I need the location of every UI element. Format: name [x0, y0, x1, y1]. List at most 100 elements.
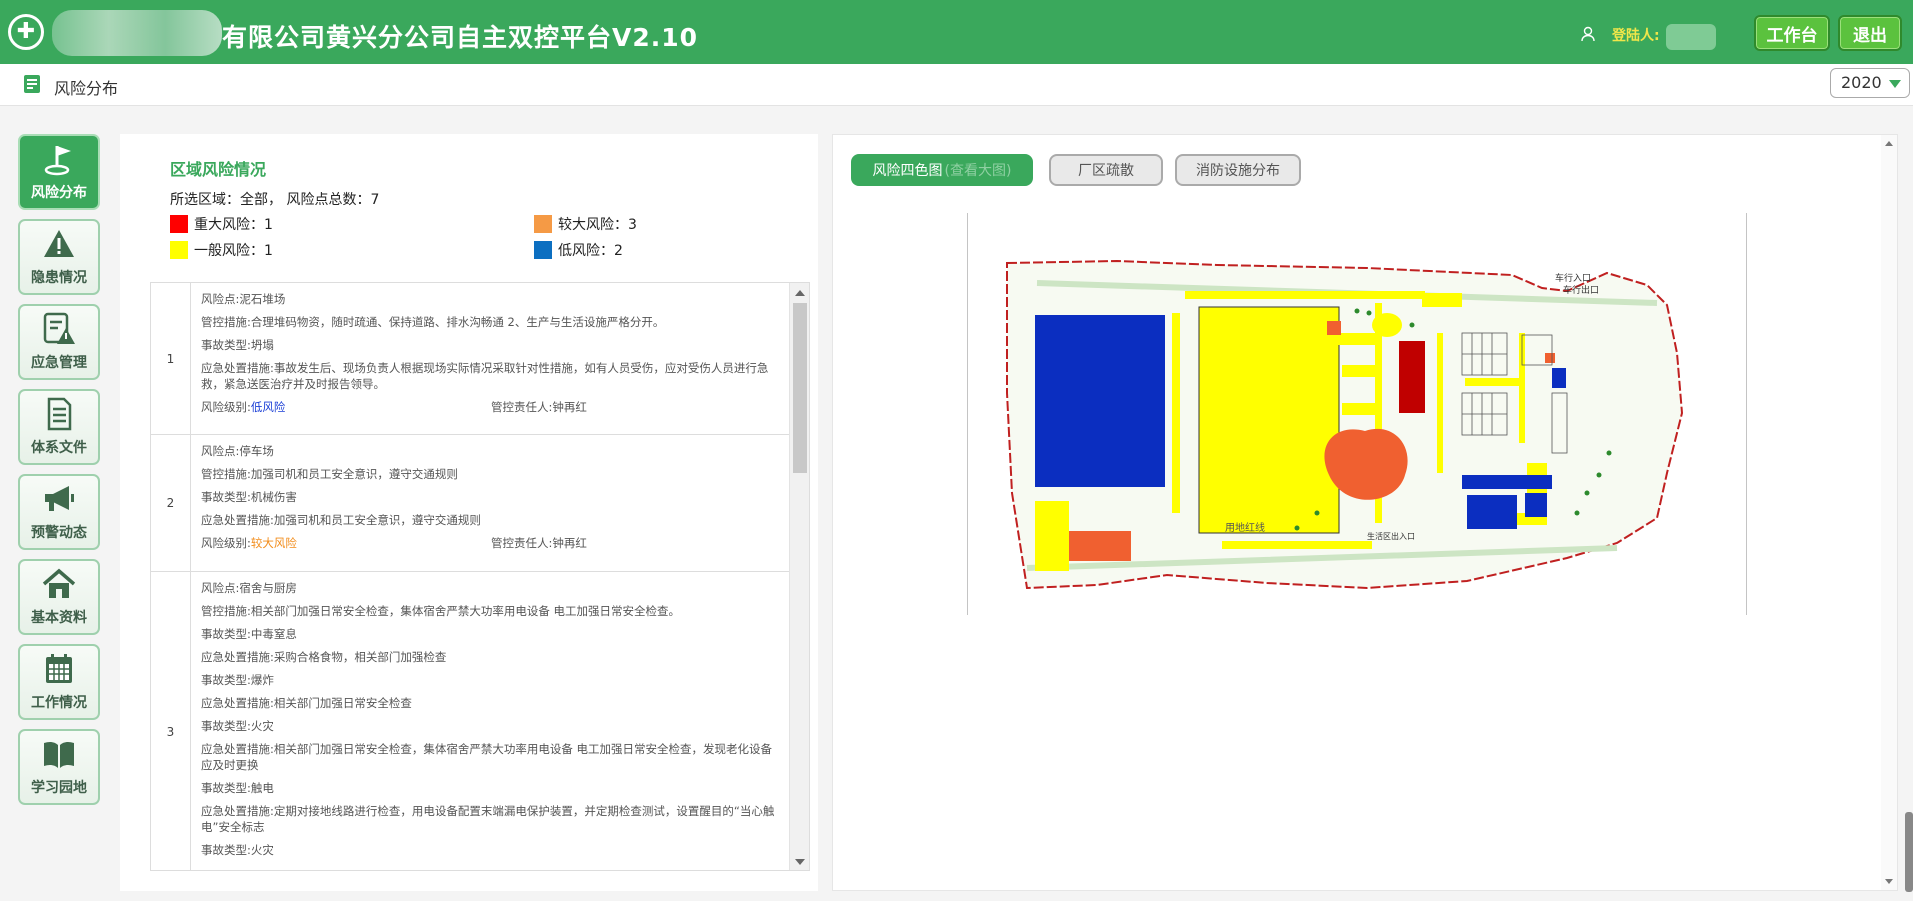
page-subbar: 风险分布 2020	[0, 64, 1913, 106]
nav-item-basic-info[interactable]: 基本资料	[18, 559, 100, 635]
redacted-login-name	[1666, 24, 1716, 50]
legend-label: 重大风险：1	[194, 217, 273, 233]
risk-level-row: 风险级别:低风险 管控责任人:钟再红	[201, 399, 781, 415]
legend-swatch-orange	[534, 215, 552, 233]
scroll-down-icon[interactable]	[795, 859, 805, 865]
year-select[interactable]: 2020	[1830, 68, 1910, 98]
risk-row: 3 风险点:宿舍与厨房 管控措施:相关部门加强日常安全检查，集体宿舍严禁大功率用…	[151, 572, 809, 870]
nav-item-label: 学习园地	[31, 780, 87, 796]
risk-level-row: 风险级别:较大风险 管控责任人:钟再红	[201, 535, 781, 551]
nav-item-work-status[interactable]: 工作情况	[18, 644, 100, 720]
risk-emergency: 应急处置措施:事故发生后、现场负责人根据现场实际情况采取针对性措施，如有人员受伤…	[201, 361, 769, 391]
legend-general: 一般风险：1	[170, 240, 273, 260]
scroll-up-icon[interactable]	[1885, 141, 1893, 146]
tab-evacuation[interactable]: 厂区疏散	[1049, 154, 1163, 186]
row-number: 3	[151, 572, 191, 870]
nav-item-hazard[interactable]: 隐患情况	[18, 219, 100, 295]
flag-icon	[44, 146, 71, 176]
megaphone-icon	[45, 486, 74, 511]
risk-point-name: 风险点:停车场	[201, 444, 274, 458]
legend-significant: 较大风险：3	[534, 214, 637, 234]
row-number: 1	[151, 283, 191, 434]
risk-accident-type: 事故类型:机械伤害	[201, 490, 297, 504]
year-select-value: 2020	[1841, 73, 1882, 92]
risk-level-label: 风险级别:	[201, 536, 251, 550]
company-logo-icon: ✚	[8, 14, 44, 50]
map-panel: 风险四色图 (查看大图) 厂区疏散 消防设施分布 车行入口 车行出口 用地红线 …	[832, 134, 1898, 891]
tab-risk-map-label: 风险四色图	[872, 163, 943, 179]
map-label-entry: 车行入口	[1555, 272, 1591, 284]
calendar-icon	[46, 654, 72, 683]
risk-detail-line: 事故类型:火灾	[201, 843, 274, 857]
risk-row: 2 风险点:停车场 管控措施:加强司机和员工安全意识，遵守交通规则 事故类型:机…	[151, 435, 809, 572]
area-risk-title: 区域风险情况	[170, 160, 267, 179]
risk-point-list[interactable]: 1 风险点:泥石堆场 管控措施:合理堆码物资，随时疏通、保持道路、排水沟畅通 2…	[150, 282, 810, 871]
nav-item-label: 风险分布	[31, 185, 87, 201]
risk-point-name: 风险点:泥石堆场	[201, 292, 286, 306]
nav-item-system-docs[interactable]: 体系文件	[18, 389, 100, 465]
page-title: 风险分布	[54, 79, 119, 98]
tab-risk-map[interactable]: 风险四色图 (查看大图)	[851, 154, 1033, 186]
book-icon	[44, 741, 74, 768]
risk-owner: 管控责任人:钟再红	[491, 400, 587, 414]
emergency-doc-icon	[43, 312, 75, 344]
legend-swatch-blue	[534, 241, 552, 259]
home-icon	[42, 568, 76, 598]
scroll-up-icon[interactable]	[795, 290, 805, 296]
risk-detail-line: 事故类型:火灾	[201, 719, 274, 733]
risk-level-value: 低风险	[250, 400, 286, 414]
nav-item-learning[interactable]: 学习园地	[18, 729, 100, 805]
risk-detail-line: 应急处置措施:相关部门加强日常安全检查	[201, 696, 412, 710]
nav-item-label: 工作情况	[31, 695, 87, 711]
risk-measures: 管控措施:相关部门加强日常安全检查，集体宿舍严禁大功率用电设备 电工加强日常安全…	[201, 604, 681, 618]
warning-icon	[44, 230, 74, 257]
nav-item-emergency[interactable]: 应急管理	[18, 304, 100, 380]
redacted-company-name	[52, 10, 222, 56]
app-title: 有限公司黄兴分公司自主双控平台V2.10	[222, 23, 699, 52]
risk-level-value: 较大风险	[250, 536, 297, 550]
legend-label: 较大风险：3	[558, 217, 637, 233]
panel-scrollbar[interactable]	[1881, 135, 1897, 890]
risk-point-name: 风险点:宿舍与厨房	[201, 581, 297, 595]
nav-item-label: 预警动态	[31, 525, 87, 541]
nav-item-alerts[interactable]: 预警动态	[18, 474, 100, 550]
risk-owner: 管控责任人:钟再红	[491, 536, 587, 550]
risk-row: 1 风险点:泥石堆场 管控措施:合理堆码物资，随时疏通、保持道路、排水沟畅通 2…	[151, 283, 809, 435]
map-label-boundary: 用地红线	[1225, 521, 1265, 534]
list-doc-icon	[24, 75, 40, 93]
logout-button[interactable]: 退出	[1838, 15, 1902, 51]
list-scrollbar[interactable]	[789, 283, 809, 870]
login-label: 登陆人:	[1612, 28, 1660, 44]
page-scroll-thumb[interactable]	[1905, 812, 1913, 892]
risk-detail-line: 应急处置措施:定期对接地线路进行检查，用电设备配置末端漏电保护装置，并定期检查测…	[201, 804, 775, 834]
scroll-thumb[interactable]	[793, 303, 807, 473]
nav-item-risk-distribution[interactable]: 风险分布	[18, 134, 100, 210]
risk-accident-type: 事故类型:坍塌	[201, 338, 274, 352]
legend-label: 低风险：2	[558, 243, 623, 259]
user-icon	[1581, 26, 1595, 42]
sidebar-nav: 风险分布 隐患情况 应急管理 体系文件 预警动态 基本资料 工作情况 学习园地	[18, 134, 100, 814]
chevron-down-icon	[1889, 80, 1901, 88]
view-large-link[interactable]: (查看大图)	[945, 160, 1012, 180]
legend-major: 重大风险：1	[170, 214, 273, 234]
scroll-down-icon[interactable]	[1885, 879, 1893, 884]
nav-item-label: 体系文件	[31, 440, 87, 456]
area-risk-panel: 区域风险情况 所选区域：全部， 风险点总数：7 重大风险：1 较大风险：3 一般…	[120, 134, 818, 891]
map-label-living-gate: 生活区出入口	[1367, 531, 1415, 541]
nav-item-label: 隐患情况	[31, 270, 87, 286]
risk-detail-line: 事故类型:爆炸	[201, 673, 274, 687]
risk-measures: 管控措施:合理堆码物资，随时疏通、保持道路、排水沟畅通 2、生产与生活设施严格分…	[201, 315, 665, 329]
risk-detail-line: 事故类型:中毒窒息	[201, 627, 297, 641]
risk-color-site-map[interactable]: 车行入口 车行出口 用地红线 生活区出入口	[967, 213, 1747, 615]
legend-swatch-red	[170, 215, 188, 233]
legend-low: 低风险：2	[534, 240, 623, 260]
risk-emergency: 应急处置措施:加强司机和员工安全意识，遵守交通规则	[201, 513, 481, 527]
nav-item-label: 基本资料	[31, 610, 87, 626]
workbench-button[interactable]: 工作台	[1754, 15, 1830, 51]
tab-fire-facilities[interactable]: 消防设施分布	[1175, 154, 1301, 186]
nav-item-label: 应急管理	[31, 355, 87, 371]
app-header: ✚ 有限公司黄兴分公司自主双控平台V2.10 登陆人: 工作台 退出	[0, 0, 1913, 64]
risk-detail-line: 应急处置措施:相关部门加强日常安全检查，集体宿舍严禁大功率用电设备 电工加强日常…	[201, 742, 773, 772]
map-label-exit: 车行出口	[1563, 284, 1599, 296]
risk-detail-line: 事故类型:触电	[201, 781, 274, 795]
